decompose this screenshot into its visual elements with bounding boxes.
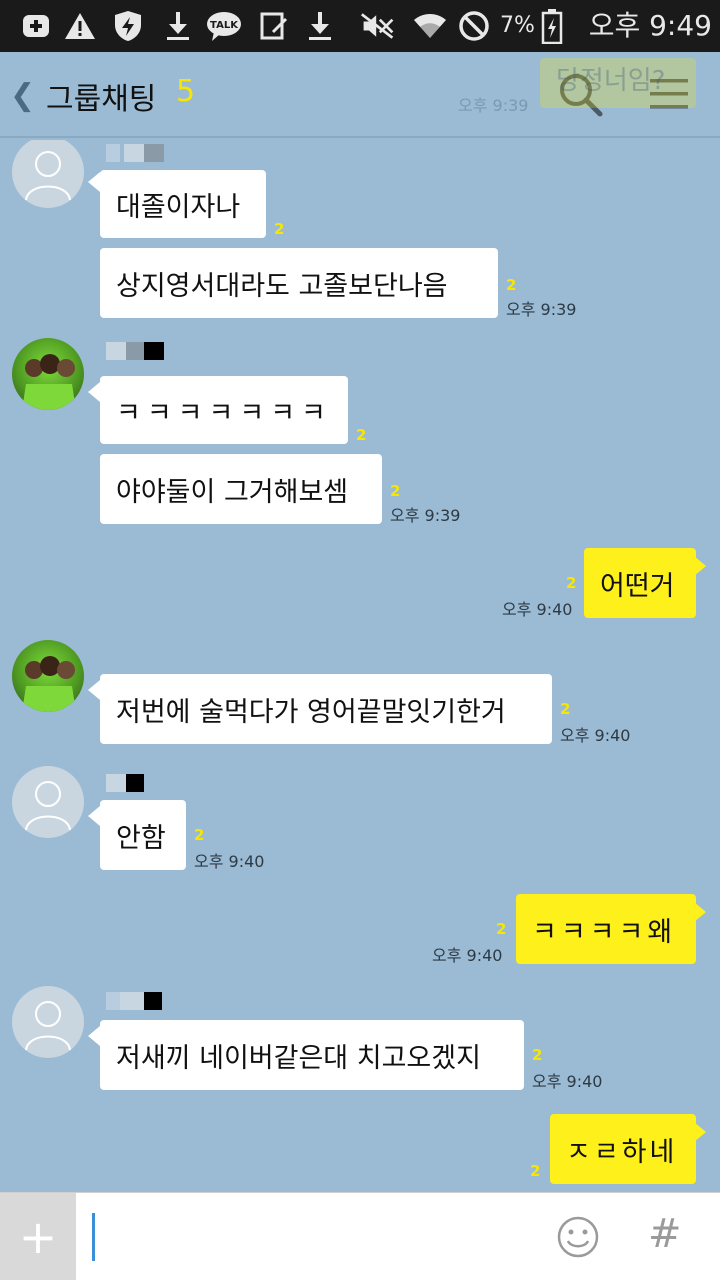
unread-count: 2 bbox=[194, 826, 205, 844]
unread-count: 2 bbox=[390, 482, 401, 500]
message-bubble[interactable]: 안함 bbox=[100, 800, 186, 870]
download-icon bbox=[160, 8, 196, 44]
sender-name-redacted bbox=[106, 144, 164, 162]
sender-name-redacted bbox=[106, 992, 162, 1010]
battery-icon bbox=[534, 8, 570, 44]
message-bubble[interactable]: 저번에 술먹다가 영어끝말잇기한거 bbox=[100, 674, 552, 744]
message-input[interactable] bbox=[80, 1201, 540, 1273]
unread-count: 2 bbox=[530, 1162, 541, 1180]
message-time: 오후 9:39 bbox=[390, 506, 461, 525]
warning-icon bbox=[62, 8, 98, 44]
sender-name-redacted bbox=[106, 774, 144, 792]
unread-count: 2 bbox=[356, 426, 367, 444]
message-bubble[interactable]: 대졸이자나 bbox=[100, 170, 266, 238]
message-time: 오후 9:40 bbox=[532, 1072, 603, 1091]
hashtag-search-button[interactable]: # bbox=[648, 1211, 682, 1257]
block-icon bbox=[456, 8, 492, 44]
talk-label: TALK bbox=[210, 20, 239, 31]
message-time: 오후 9:40 bbox=[502, 600, 573, 619]
message-time: 오후 9:39 bbox=[506, 300, 577, 319]
unread-count: 2 bbox=[274, 220, 285, 238]
download-icon bbox=[302, 8, 338, 44]
back-chevron-icon[interactable]: ❮ bbox=[10, 78, 35, 113]
unread-count: 2 bbox=[560, 700, 571, 718]
message-bubble[interactable]: 야야둘이 그거해보셈 bbox=[100, 454, 382, 524]
message-time: 오후 9:40 bbox=[432, 946, 503, 965]
avatar[interactable] bbox=[12, 640, 84, 712]
unread-count: 2 bbox=[506, 276, 517, 294]
talk-icon: TALK bbox=[206, 8, 242, 44]
member-count: 5 bbox=[176, 74, 196, 109]
my-message-bubble[interactable]: ㅈㄹ하네 bbox=[550, 1114, 696, 1184]
unread-count: 2 bbox=[532, 1046, 543, 1064]
my-message-bubble[interactable]: ㅋㅋㅋㅋ왜 bbox=[516, 894, 696, 964]
avatar[interactable] bbox=[12, 766, 84, 838]
text-cursor bbox=[92, 1213, 95, 1261]
my-message-bubble[interactable]: 어떤거 bbox=[584, 548, 696, 618]
attach-plus-button[interactable]: + bbox=[0, 1193, 76, 1280]
sender-name-redacted bbox=[106, 342, 164, 360]
plus-box-icon bbox=[18, 8, 54, 44]
shield-icon bbox=[110, 8, 146, 44]
status-clock: 오후 9:49 bbox=[588, 9, 712, 42]
unread-count: 2 bbox=[566, 574, 577, 592]
chat-area[interactable]: 대졸이자나 2 상지영서대라도 고졸보단나음 2 오후 9:39 ㅋㅋㅋㅋㅋㅋㅋ… bbox=[0, 140, 720, 1192]
avatar[interactable] bbox=[12, 140, 84, 208]
ghost-preview-time: 오후 9:39 bbox=[458, 96, 529, 115]
chat-title: 그룹채팅 bbox=[46, 82, 157, 117]
clipboard-icon bbox=[256, 8, 292, 44]
battery-percent: 7% bbox=[500, 13, 535, 38]
avatar[interactable] bbox=[12, 986, 84, 1058]
ghost-preview-text: 당정너임? bbox=[556, 66, 666, 96]
wifi-icon bbox=[412, 8, 448, 44]
message-bubble[interactable]: 상지영서대라도 고졸보단나음 bbox=[100, 248, 498, 318]
status-bar: TALK 7% 오후 9:49 bbox=[0, 0, 720, 52]
message-input-bar: + # bbox=[0, 1192, 720, 1280]
emoticon-icon[interactable] bbox=[556, 1215, 600, 1259]
message-bubble[interactable]: 저새끼 네이버같은대 치고오겠지 bbox=[100, 1020, 524, 1090]
message-time: 오후 9:40 bbox=[560, 726, 631, 745]
message-bubble[interactable]: ㅋㅋㅋㅋㅋㅋㅋ bbox=[100, 376, 348, 444]
message-time: 오후 9:40 bbox=[194, 852, 265, 871]
avatar[interactable] bbox=[12, 338, 84, 410]
unread-count: 2 bbox=[496, 920, 507, 938]
mute-icon bbox=[360, 8, 396, 44]
